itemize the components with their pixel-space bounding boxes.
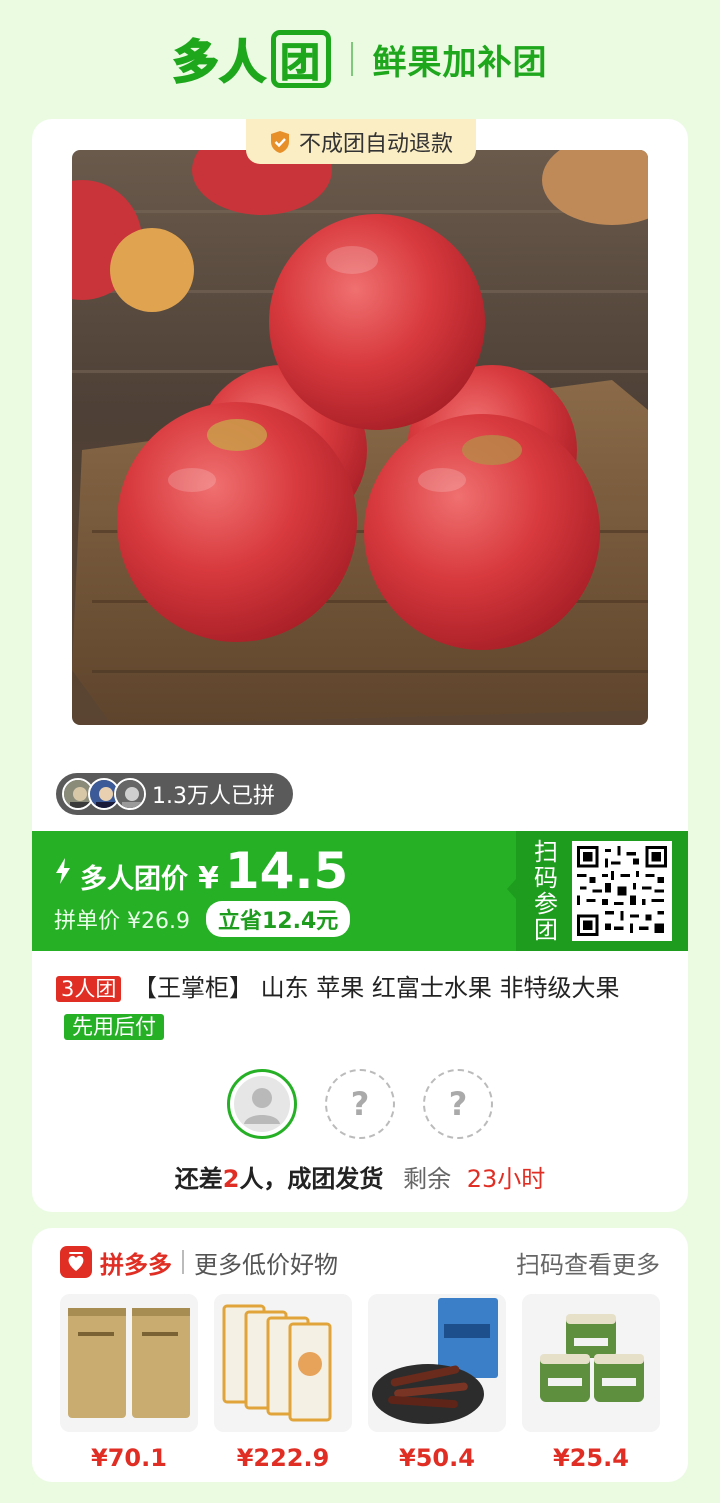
- tea-bags-icon: [60, 1294, 198, 1432]
- product-card: 不成团自动退款 1.3万人已拼 多人团价 ¥ 14.5 拼单价 ¥26.9 立省…: [32, 119, 688, 1212]
- member-avatar-joined: [227, 1069, 297, 1139]
- product-price: ¥70.1: [91, 1444, 167, 1472]
- green-jars-icon: [522, 1294, 660, 1432]
- member-slot-empty: ?: [325, 1069, 395, 1139]
- product-title: 3人团 【王掌柜】 山东 苹果 红富士水果 非特级大果 先用后付: [56, 969, 668, 1045]
- product-price: ¥222.9: [236, 1444, 330, 1472]
- product-list: ¥70.1 ¥222.9 ¥50.4 ¥25.4: [60, 1294, 660, 1472]
- missing-members: 还差2人，成团发货: [174, 1165, 384, 1193]
- lightning-icon: [56, 858, 70, 884]
- pay-later-tag: 先用后付: [64, 1014, 164, 1040]
- scan-more-link[interactable]: 扫码查看更多: [516, 1245, 660, 1280]
- pinduoduo-brand: 拼多多: [100, 1250, 172, 1279]
- scan-to-join-label: 扫码参团: [534, 838, 558, 944]
- currency-symbol: ¥: [198, 861, 219, 896]
- pinduoduo-logo-icon: [60, 1246, 92, 1278]
- header-subtitle: 鲜果加补团: [372, 42, 548, 83]
- cat-food-bags-icon: [214, 1294, 352, 1432]
- group-size-tag: 3人团: [56, 976, 122, 1002]
- single-price: 拼单价 ¥26.9: [54, 909, 190, 934]
- refund-badge: 不成团自动退款: [246, 119, 476, 164]
- apples-photo-icon: [72, 150, 648, 725]
- duorentuan-logo: 多人 团: [172, 27, 331, 91]
- scan-to-join[interactable]: 扫码参团: [507, 831, 688, 951]
- group-status: 还差2人，成团发货 剩余 23小时: [32, 1159, 688, 1194]
- more-products-slogan: 更多低价好物: [194, 1250, 338, 1279]
- refund-badge-text: 不成团自动退款: [298, 131, 453, 157]
- product-item[interactable]: ¥222.9: [214, 1294, 352, 1472]
- logo-box: 团: [270, 30, 331, 88]
- member-slot-empty: ?: [423, 1069, 493, 1139]
- saving-badge: 立省12.4元: [205, 901, 351, 937]
- avatar-stack: [62, 778, 146, 810]
- divider: [182, 1250, 184, 1274]
- shield-icon: [270, 130, 289, 153]
- joined-count-text: 1.3万人已拼: [152, 784, 275, 809]
- more-products-card: 拼多多 更多低价好物 扫码查看更多 ¥70.1 ¥222.9 ¥50.4 ¥25…: [32, 1228, 688, 1482]
- price-info: 多人团价 ¥ 14.5 拼单价 ¥26.9 立省12.4元: [54, 842, 351, 937]
- question-mark-icon: ?: [350, 1085, 370, 1123]
- product-item[interactable]: ¥50.4: [368, 1294, 506, 1472]
- beef-jerky-icon: [368, 1294, 506, 1432]
- product-image[interactable]: [72, 150, 648, 725]
- joined-count-pill: 1.3万人已拼: [56, 773, 293, 815]
- page-header: 多人 团 鲜果加补团: [0, 0, 720, 118]
- qr-code-icon[interactable]: [572, 841, 672, 941]
- group-price-label: 多人团价: [80, 864, 188, 895]
- product-item[interactable]: ¥70.1: [60, 1294, 198, 1472]
- avatar: [114, 778, 146, 810]
- remaining-label: 剩余: [403, 1165, 452, 1193]
- remaining-time: 23小时: [466, 1165, 546, 1193]
- logo-text: 多人: [172, 34, 267, 90]
- product-price: ¥25.4: [553, 1444, 629, 1472]
- product-title-text: 【王掌柜】 山东 苹果 红富士水果 非特级大果: [133, 974, 620, 1002]
- user-icon: [244, 1088, 280, 1124]
- price-bar: 多人团价 ¥ 14.5 拼单价 ¥26.9 立省12.4元 扫码参团: [32, 831, 688, 951]
- product-item[interactable]: ¥25.4: [522, 1294, 660, 1472]
- product-price: ¥50.4: [399, 1444, 475, 1472]
- more-products-header: 拼多多 更多低价好物 扫码查看更多: [60, 1244, 660, 1280]
- question-mark-icon: ?: [448, 1085, 468, 1123]
- group-price: 14.5: [224, 842, 349, 900]
- header-divider: [350, 42, 353, 76]
